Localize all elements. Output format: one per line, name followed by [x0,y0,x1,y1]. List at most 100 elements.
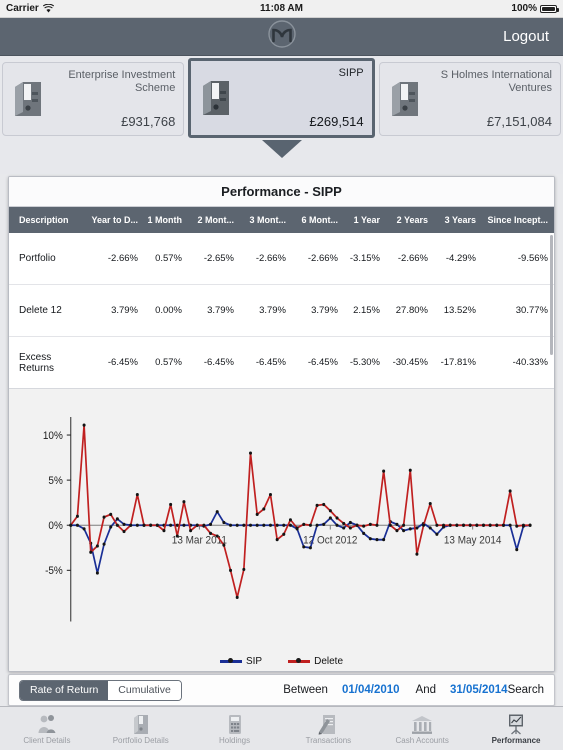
table-cell: 30.77% [515,305,548,316]
segment-cumulative[interactable]: Cumulative [108,680,181,700]
column-header[interactable]: Description [9,215,84,225]
between-label: Between [283,684,328,696]
performance-panel: Performance - SIPP Description Year to D.… [8,176,555,672]
tab-portfolio-details[interactable]: Portfolio Details [94,707,188,750]
calculator-icon [224,713,246,735]
table-cell: -30.45% [392,357,428,368]
tab-cash-accounts[interactable]: Cash Accounts [375,707,469,750]
table-cell: -3.15% [349,253,380,264]
column-header[interactable]: 2 Mont... [188,215,240,225]
table-body: Portfolio -2.66% 0.57% -2.65% -2.66% -2.66% -3… [9,233,554,389]
wifi-icon [42,4,54,13]
start-date-field[interactable]: 01/04/2010 [342,684,400,696]
end-date-field[interactable]: 31/05/2014 [450,684,508,696]
portfolio-card-enterprise-investment-scheme[interactable]: Enterprise Investment Scheme £931,768 [2,62,185,136]
bottom-tab-bar: Client Details Portfolio Details Holding… [0,706,563,750]
status-time: 11:08 AM [260,3,303,14]
table-header-row: Description Year to D... 1 Month 2 Mont... 3… [9,207,554,233]
column-header[interactable]: 1 Year [344,215,386,225]
table-cell: -40.33% [512,357,548,368]
table-cell: 0.57% [155,357,182,368]
status-bar: Carrier 11:08 AM 100% [0,0,563,18]
table-cell: 2.15% [353,305,380,316]
tab-transactions[interactable]: Transactions [281,707,375,750]
tab-client-details[interactable]: Client Details [0,707,94,750]
battery-icon [540,4,559,13]
tab-performance[interactable]: Performance [469,707,563,750]
chart-legend: SIP Delete [9,656,554,667]
tab-label: Performance [491,735,541,745]
table-cell: 3.79% [311,305,338,316]
reflection-2: £7,151,084 [377,140,562,172]
portfolio-card-sipp[interactable]: SIPP £269,514 [188,58,375,138]
table-cell: -4.29% [445,253,476,264]
search-button[interactable]: Search [508,684,544,696]
table-cell: 13.52% [443,305,476,316]
table-cell: -6.45% [307,357,338,368]
segment-rate-of-return[interactable]: Rate of Return [20,680,109,700]
and-label: And [415,684,436,696]
table-cell: -2.66% [397,253,428,264]
status-right: 100% [511,3,559,14]
table-cell: 27.80% [395,305,428,316]
svg-text:0%: 0% [48,521,62,532]
svg-text:10%: 10% [43,430,63,441]
binder-icon [199,67,239,129]
column-header[interactable]: 3 Mont... [240,215,292,225]
app-logo-icon [262,19,302,54]
performance-chart[interactable]: 10% 5% 0% -5% 13 Mar 2011 12 Oct 2012 13 May 2… [9,389,554,671]
return-type-segmented-control[interactable]: Rate of Return Cumulative [19,679,182,701]
tab-label: Portfolio Details [112,735,169,745]
binder-icon [11,69,51,129]
portfolio-cards-strip: Enterprise Investment Scheme £931,768 SI… [0,56,563,174]
portfolio-name: S Holmes International Ventures [440,69,552,94]
legend-swatch-icon [288,658,311,663]
chart-easel-icon [505,713,527,735]
binder-icon [388,69,428,129]
column-header[interactable]: 2 Years [386,215,434,225]
tab-label: Holdings [219,735,251,745]
legend-item: SIP [219,656,262,667]
legend-label: Delete [314,656,344,667]
tab-holdings[interactable]: Holdings [188,707,282,750]
top-navigation-bar: Logout [0,18,563,56]
portfolio-card-text: SIPP £269,514 [239,67,363,129]
table-row[interactable]: Excess Returns -6.45% 0.57% -6.45% -6.45% -6.… [9,337,554,389]
carrier-label: Carrier [6,3,39,14]
table-cell: -6.45% [203,357,234,368]
vertical-scrollbar[interactable] [550,235,553,355]
table-cell: -17.81% [440,357,476,368]
portfolio-card-s-holmes-international-ventures[interactable]: S Holmes International Ventures £7,151,0… [378,62,561,136]
row-description: Delete 12 [19,305,62,316]
table-cell: -2.65% [203,253,234,264]
reflection-0: £931,768 [2,140,186,172]
bank-icon [410,713,434,735]
table-cell: -6.45% [255,357,286,368]
column-header[interactable]: 3 Years [434,215,482,225]
svg-text:-5%: -5% [45,566,63,577]
portfolio-name: Enterprise Investment Scheme [68,69,176,94]
column-header[interactable]: Year to D... [84,215,144,225]
tab-label: Transactions [305,735,352,745]
table-cell: -9.56% [517,253,548,264]
svg-text:5%: 5% [48,476,62,487]
column-header[interactable]: 1 Month [144,215,188,225]
binder-icon [130,713,152,735]
table-row[interactable]: Portfolio -2.66% 0.57% -2.65% -2.66% -2.66% -3… [9,233,554,285]
portfolio-card-text: Enterprise Investment Scheme £931,768 [51,69,175,129]
column-header[interactable]: 6 Mont... [292,215,344,225]
column-header[interactable]: Since Incept... [482,215,554,225]
table-row[interactable]: Delete 12 3.79% 0.00% 3.79% 3.79% 3.79% 2.15% 2… [9,285,554,337]
filter-bar: Rate of Return Cumulative Between 01/04/… [8,674,555,706]
portfolio-card-text: S Holmes International Ventures £7,151,0… [428,69,552,129]
row-description: Excess Returns [19,351,55,374]
portfolio-amount: £931,768 [121,114,176,129]
svg-text:13 May 2014: 13 May 2014 [444,535,502,546]
logout-button[interactable]: Logout [503,28,549,45]
selected-card-pointer [261,140,302,158]
table-cell: 0.00% [155,305,182,316]
app-root: Carrier 11:08 AM 100% Logout Enterprise … [0,0,563,750]
legend-swatch-icon [219,658,242,663]
battery-percent-label: 100% [511,3,537,14]
performance-chart-svg: 10%5%0%-5%13 Mar 2011 12 Oct 2012 13 May 2… [43,416,532,622]
